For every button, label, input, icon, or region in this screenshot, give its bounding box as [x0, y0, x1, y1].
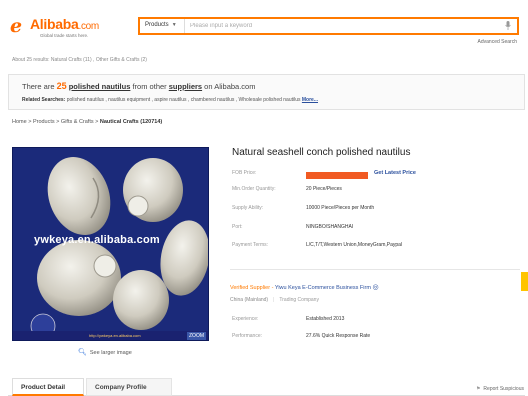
supplier-region: China (Mainland) | Trading Company — [230, 297, 319, 303]
alibaba-logo-mark: e — [10, 15, 23, 37]
supply-ability-value: 10000 Piece/Pieces per Month — [306, 205, 375, 211]
search-bar: Products ▼ — [138, 17, 519, 35]
tab-company-profile[interactable]: Company Profile — [86, 378, 172, 396]
min-order-label: Min.Order Quantity: — [232, 186, 276, 192]
related-banner: There are 25 polished nautilus from othe… — [8, 74, 525, 110]
see-larger-image-link[interactable]: 🔍︎ See larger image — [78, 348, 132, 356]
supplier-firm-link[interactable]: Yiwu Keya E-Commerce Business Firm — [275, 285, 371, 291]
verified-label: Verified Supplier — [230, 285, 271, 291]
port-value: NINGBO/SHANGHAI — [306, 224, 354, 230]
advanced-search-link[interactable]: Advanced Search — [478, 39, 517, 45]
related-searches: Related Searches: polished nautilus , na… — [22, 97, 319, 103]
zoom-button[interactable]: ZOOM — [187, 332, 206, 340]
tab-product-detail[interactable]: Product Detail — [12, 378, 84, 396]
microphone-icon[interactable] — [505, 21, 511, 30]
search-category-select[interactable]: Products ▼ — [140, 19, 185, 33]
search-input[interactable] — [190, 20, 490, 32]
photo-url: http://ywkeya.en.alibaba.com — [89, 333, 141, 338]
breadcrumb-current: Nautical Crafts (120714) — [99, 119, 163, 125]
globe-icon[interactable]: ◎ — [372, 284, 378, 291]
magnifier-icon: 🔍︎ — [78, 349, 87, 356]
suppliers-link[interactable]: suppliers — [169, 82, 202, 91]
performance-label: Performance: — [232, 333, 263, 339]
min-order-value: 20 Piece/Pieces — [306, 186, 342, 192]
experience-value: Established 2013 — [306, 316, 345, 322]
product-photo[interactable]: ywkeya.en.alibaba.com http://ywkeya.en.a… — [12, 147, 209, 341]
divider — [230, 269, 520, 270]
fob-price-value-masked — [306, 172, 368, 179]
more-link[interactable]: More... — [302, 97, 318, 103]
port-label: Port: — [232, 224, 243, 230]
feedback-tab[interactable] — [521, 272, 528, 291]
payment-terms-value: L/C,T/T,Western Union,MoneyGram,Paypal — [306, 242, 403, 248]
about-results: About 25 results: Natural Crafts (11) , … — [12, 57, 147, 63]
verified-supplier: Verified Supplier - Yiwu Keya E-Commerce… — [230, 284, 379, 291]
product-link[interactable]: polished nautilus — [69, 82, 131, 91]
result-count: 25 — [56, 81, 67, 91]
supplier-type: Trading Company — [279, 297, 319, 303]
report-suspicious-link[interactable]: ⚑ Report Suspicious — [476, 386, 524, 392]
experience-label: Experience: — [232, 316, 259, 322]
supply-ability-label: Supply Ability: — [232, 205, 264, 211]
fob-price-label: FOB Price: — [232, 170, 257, 176]
flag-icon: ⚑ — [475, 386, 481, 392]
chevron-down-icon: ▼ — [171, 22, 177, 28]
product-title: Natural seashell conch polished nautilus — [232, 147, 411, 158]
logo-tagline: Global trade starts here. — [40, 33, 89, 38]
photo-watermark: ywkeya.en.alibaba.com — [34, 234, 160, 246]
alibaba-logo-text: Alibaba.com — [30, 16, 99, 32]
alibaba-logo[interactable]: e Alibaba.com Global trade starts here. — [10, 12, 125, 40]
photo-caption-bar: http://ywkeya.en.alibaba.com ZOOM — [13, 331, 208, 340]
get-latest-price-link[interactable]: Get Latest Price — [374, 170, 416, 176]
breadcrumb[interactable]: Home > Products > Gifts & Crafts > Nauti… — [12, 119, 162, 125]
performance-value: 27.6% Quick Response Rate — [306, 333, 371, 339]
payment-terms-label: Payment Terms: — [232, 242, 269, 248]
related-search-terms[interactable]: polished nautilus , nautilus equipment ,… — [65, 97, 302, 103]
banner-headline: There are 25 polished nautilus from othe… — [22, 81, 256, 91]
